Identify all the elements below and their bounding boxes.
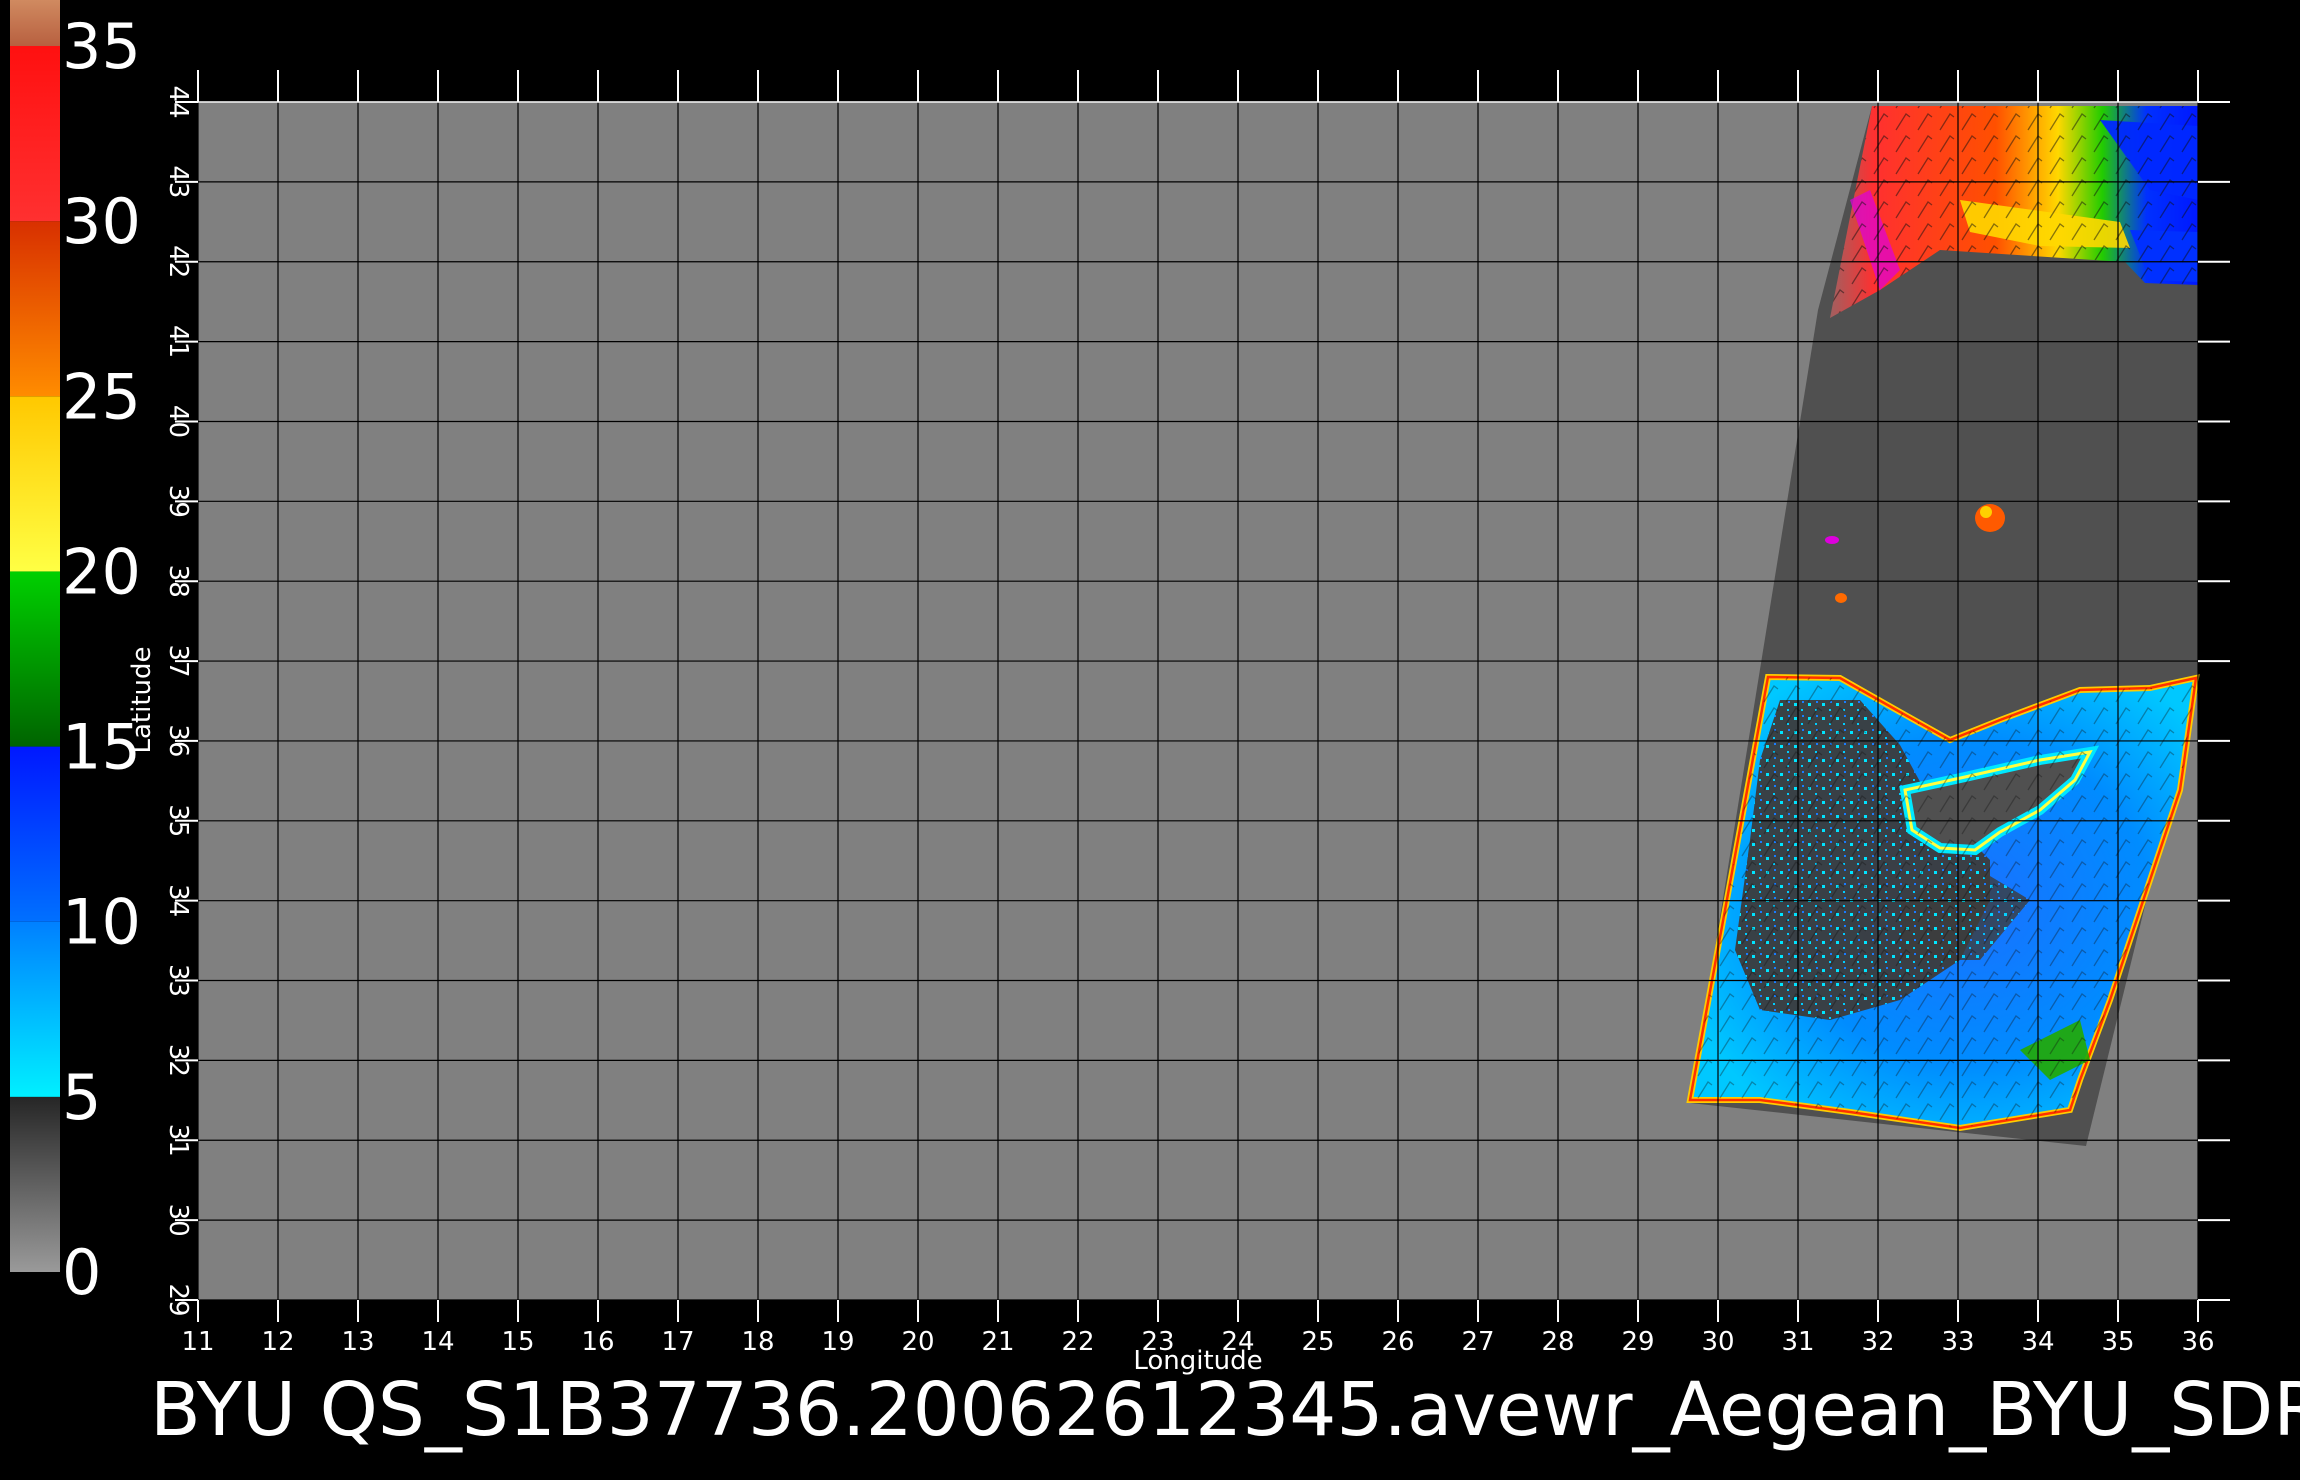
longitude-tick-label: 21 <box>981 1327 1014 1357</box>
longitude-tick-label: 26 <box>1381 1327 1414 1357</box>
longitude-tick-label: 18 <box>741 1327 774 1357</box>
longitude-tick-label: 20 <box>901 1327 934 1357</box>
longitude-tick-label: 30 <box>1701 1327 1734 1357</box>
longitude-tick-label: 11 <box>181 1327 214 1357</box>
longitude-tick-label: 33 <box>1941 1327 1974 1357</box>
longitude-tick-label: 28 <box>1541 1327 1574 1357</box>
longitude-tick-label: 17 <box>661 1327 694 1357</box>
latitude-tick-label: 43 <box>163 165 193 198</box>
colorbar-label: 25 <box>62 360 141 433</box>
longitude-tick-label: 31 <box>1781 1327 1814 1357</box>
colorbar-label: 35 <box>62 10 141 83</box>
longitude-tick-label: 29 <box>1621 1327 1654 1357</box>
colorbar-segment <box>10 921 60 1097</box>
y-axis-title: Latitude <box>127 646 157 753</box>
latitude-tick-label: 35 <box>163 804 193 837</box>
longitude-tick-label: 13 <box>341 1327 374 1357</box>
latitude-tick-label: 40 <box>163 405 193 438</box>
latitude-tick-label: 36 <box>163 724 193 757</box>
colorbar-segment <box>10 221 60 397</box>
longitude-tick-label: 34 <box>2021 1327 2054 1357</box>
colorbar-label: 30 <box>62 185 141 258</box>
latitude-tick-label: 32 <box>163 1044 193 1077</box>
latitude-tick-labels: 29 30 31 32 33 34 35 36 37 38 39 40 41 42 43 44 <box>163 85 193 1316</box>
latitude-tick-label: 38 <box>163 565 193 598</box>
colorbar-label: 0 <box>62 1236 101 1309</box>
latitude-tick-label: 44 <box>163 85 193 118</box>
longitude-tick-label: 22 <box>1061 1327 1094 1357</box>
colorbar-segment <box>10 746 60 922</box>
map-panel: 11 12 13 14 15 16 17 18 19 20 21 22 23 24 25 26 27 28 29 30… <box>127 70 2230 1376</box>
latitude-tick-label: 39 <box>163 485 193 518</box>
latitude-tick-label: 29 <box>163 1283 193 1316</box>
longitude-tick-label: 15 <box>501 1327 534 1357</box>
colorbar-label: 5 <box>62 1061 101 1134</box>
colorbar-label: 10 <box>62 886 141 959</box>
longitude-tick-label: 14 <box>421 1327 454 1357</box>
longitude-tick-label: 27 <box>1461 1327 1494 1357</box>
longitude-tick-label: 35 <box>2101 1327 2134 1357</box>
longitude-tick-label: 12 <box>261 1327 294 1357</box>
latitude-tick-label: 41 <box>163 325 193 358</box>
longitude-tick-label: 19 <box>821 1327 854 1357</box>
colorbar-segment <box>10 396 60 572</box>
colorbar-segment <box>10 0 60 46</box>
latitude-tick-label: 34 <box>163 884 193 917</box>
wind-speed-map-figure: 35 30 25 20 15 10 5 0 11 12 13 14 15 16 17 18 1… <box>10 0 2300 1453</box>
latitude-tick-label: 33 <box>163 964 193 997</box>
latitude-tick-label: 37 <box>163 645 193 678</box>
figure-caption: BYU QS_S1B37736.20062612345.avewr_Aegean… <box>150 1367 2300 1453</box>
colorbar-segment <box>10 46 60 222</box>
colorbar-label: 20 <box>62 535 141 608</box>
longitude-tick-label: 25 <box>1301 1327 1334 1357</box>
colorbar-segment <box>10 1096 60 1272</box>
latitude-tick-label: 31 <box>163 1124 193 1157</box>
longitude-tick-label: 16 <box>581 1327 614 1357</box>
colorbar-segment <box>10 571 60 747</box>
latitude-tick-label: 42 <box>163 245 193 278</box>
latitude-tick-label: 30 <box>163 1204 193 1237</box>
longitude-tick-label: 32 <box>1861 1327 1894 1357</box>
colorbar: 35302520151050 <box>10 0 141 1309</box>
longitude-tick-label: 36 <box>2181 1327 2214 1357</box>
